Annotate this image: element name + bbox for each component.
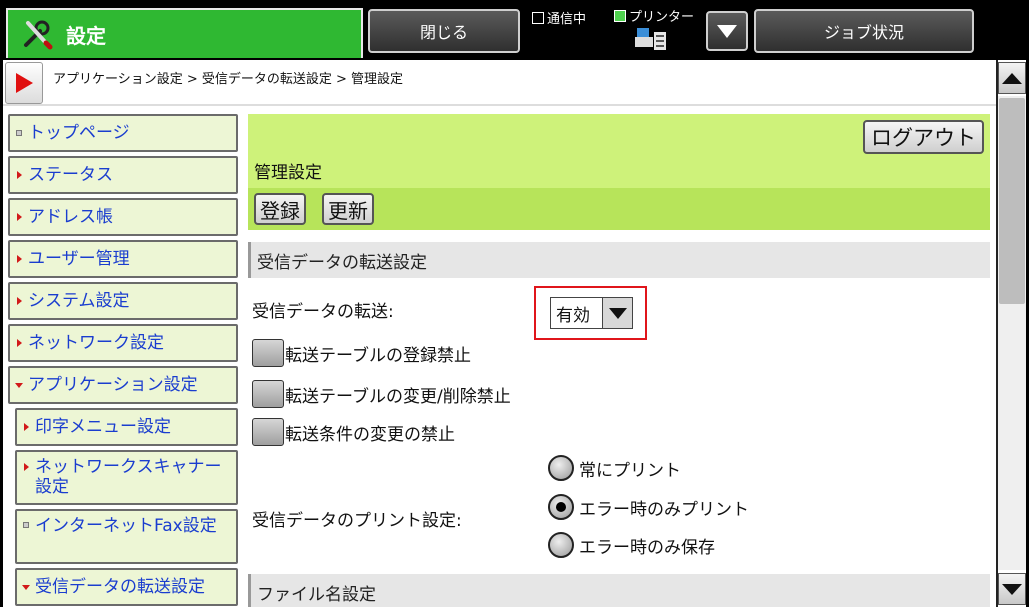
- radio-save-on-error[interactable]: エラー時のみ保存: [548, 531, 715, 559]
- content-header: ログアウト 管理設定 登録 更新: [248, 114, 990, 230]
- arrow-up-icon: [1002, 72, 1022, 84]
- status-dropdown-button[interactable]: [706, 11, 748, 51]
- checkbox-prohibit-table-change-delete[interactable]: 転送テーブルの変更/削除禁止: [252, 380, 511, 408]
- sidebar-item-label: アドレス帳: [28, 207, 113, 227]
- scroll-down-button[interactable]: [998, 573, 1026, 605]
- sidebar: トップページ ステータス アドレス帳 ユーザー管理 システム設定 ネットワーク設…: [3, 108, 243, 607]
- sidebar-item-label: 印字メニュー設定: [35, 417, 171, 437]
- radio-label: 常にプリント: [579, 460, 681, 481]
- content-area: ログアウト 管理設定 登録 更新 受信データの転送設定 受信データの転送: 有効…: [248, 114, 990, 607]
- radio-button[interactable]: [548, 494, 574, 520]
- arrow-right-icon: [23, 423, 29, 431]
- sidebar-item-label: システム設定: [28, 291, 130, 311]
- menu-toggle-button[interactable]: [5, 62, 43, 104]
- radio-label: エラー時のみ保存: [579, 537, 715, 558]
- forward-select[interactable]: 有効: [550, 297, 633, 329]
- radio-button[interactable]: [548, 532, 574, 558]
- arrow-right-icon: [16, 213, 22, 221]
- sidebar-item-system-settings[interactable]: システム設定: [8, 282, 238, 320]
- update-button[interactable]: 更新: [322, 193, 374, 225]
- checkbox-label: 転送条件の変更の禁止: [285, 424, 455, 445]
- comm-status-indicator: [532, 11, 544, 24]
- job-status-button[interactable]: ジョブ状況: [754, 9, 974, 53]
- sidebar-item-application-settings[interactable]: アプリケーション設定: [8, 366, 238, 404]
- radio-button[interactable]: [548, 455, 574, 481]
- play-arrow-icon: [15, 73, 33, 93]
- logout-button[interactable]: ログアウト: [863, 120, 984, 154]
- sidebar-item-label: インターネットFax設定: [35, 516, 217, 536]
- checkbox[interactable]: [252, 339, 284, 367]
- printer-icon[interactable]: [634, 26, 668, 52]
- sidebar-item-label: ネットワーク設定: [28, 333, 164, 353]
- square-bullet-icon: [16, 130, 22, 136]
- arrow-right-icon: [16, 171, 22, 179]
- printer-status-label: プリンター: [629, 10, 695, 25]
- forward-label: 受信データの転送:: [252, 302, 394, 322]
- breadcrumb: アプリケーション設定 > 受信データの転送設定 > 管理設定: [53, 72, 404, 87]
- arrow-right-icon: [16, 339, 22, 347]
- sidebar-item-label: 受信データの転送設定: [35, 577, 205, 597]
- register-button[interactable]: 登録: [254, 193, 306, 225]
- checkbox-label: 転送テーブルの登録禁止: [285, 345, 471, 366]
- breadcrumb-bar: アプリケーション設定 > 受信データの転送設定 > 管理設定: [3, 60, 996, 106]
- sidebar-item-status[interactable]: ステータス: [8, 156, 238, 194]
- print-setting-label: 受信データのプリント設定:: [252, 511, 462, 531]
- top-bar: 設定 閉じる 通信中 プリンター ジョブ状況: [0, 0, 1029, 60]
- sidebar-item-label: ユーザー管理: [28, 249, 130, 269]
- checkbox-prohibit-condition-change[interactable]: 転送条件の変更の禁止: [252, 418, 455, 446]
- wrench-screwdriver-icon: [24, 20, 53, 50]
- arrow-right-icon: [23, 463, 29, 471]
- sidebar-item-print-menu-settings[interactable]: 印字メニュー設定: [15, 408, 238, 446]
- chevron-down-icon: [717, 24, 737, 38]
- comm-status: 通信中: [532, 8, 586, 27]
- section-title: 管理設定: [254, 163, 322, 183]
- dropdown-arrow[interactable]: [602, 298, 632, 328]
- sidebar-item-received-data-forwarding[interactable]: 受信データの転送設定: [15, 568, 238, 606]
- radio-label: エラー時のみプリント: [579, 499, 749, 520]
- page-title: 設定: [66, 23, 106, 48]
- scrollbar[interactable]: [996, 60, 1026, 607]
- checkbox-prohibit-table-registration[interactable]: 転送テーブルの登録禁止: [252, 339, 471, 367]
- printer-status-indicator: [614, 9, 626, 22]
- checkbox-label: 転送テーブルの変更/削除禁止: [285, 386, 511, 407]
- arrow-down-icon: [1002, 583, 1022, 595]
- scroll-up-button[interactable]: [998, 62, 1026, 94]
- scroll-thumb[interactable]: [999, 98, 1025, 304]
- comm-status-label: 通信中: [547, 12, 587, 27]
- arrow-right-icon: [16, 255, 22, 263]
- action-bar: 登録 更新: [248, 188, 990, 230]
- square-bullet-icon: [23, 522, 29, 528]
- section-header-file-name: ファイル名設定: [248, 574, 990, 607]
- checkbox[interactable]: [252, 380, 284, 408]
- arrow-down-icon: [22, 584, 30, 590]
- sidebar-item-address-book[interactable]: アドレス帳: [8, 198, 238, 236]
- sidebar-item-network-scanner-settings[interactable]: ネットワークスキャナー設定: [15, 450, 238, 505]
- arrow-right-icon: [16, 297, 22, 305]
- sidebar-item-user-management[interactable]: ユーザー管理: [8, 240, 238, 278]
- forward-select-value: 有効: [556, 305, 590, 326]
- arrow-down-icon: [15, 382, 23, 388]
- settings-title-tab: 設定: [6, 8, 363, 58]
- radio-print-on-error[interactable]: エラー時のみプリント: [548, 493, 749, 521]
- sidebar-item-internet-fax-settings[interactable]: インターネットFax設定: [15, 509, 238, 564]
- sidebar-item-label: トップページ: [28, 123, 130, 143]
- sidebar-item-network-settings[interactable]: ネットワーク設定: [8, 324, 238, 362]
- sidebar-item-label: ネットワークスキャナー設定: [35, 457, 222, 497]
- sidebar-item-label: アプリケーション設定: [28, 375, 198, 395]
- main-panel: アプリケーション設定 > 受信データの転送設定 > 管理設定 トップページ ステ…: [3, 60, 1026, 607]
- checkbox[interactable]: [252, 418, 284, 446]
- sidebar-item-label: ステータス: [28, 165, 113, 185]
- close-button[interactable]: 閉じる: [368, 9, 520, 53]
- printer-status: プリンター: [614, 6, 694, 25]
- highlight-box: 有効: [534, 286, 647, 340]
- chevron-down-icon: [608, 307, 627, 319]
- radio-always-print[interactable]: 常にプリント: [548, 454, 681, 482]
- sidebar-item-top-page[interactable]: トップページ: [8, 114, 238, 152]
- section-header-forwarding: 受信データの転送設定: [248, 242, 990, 278]
